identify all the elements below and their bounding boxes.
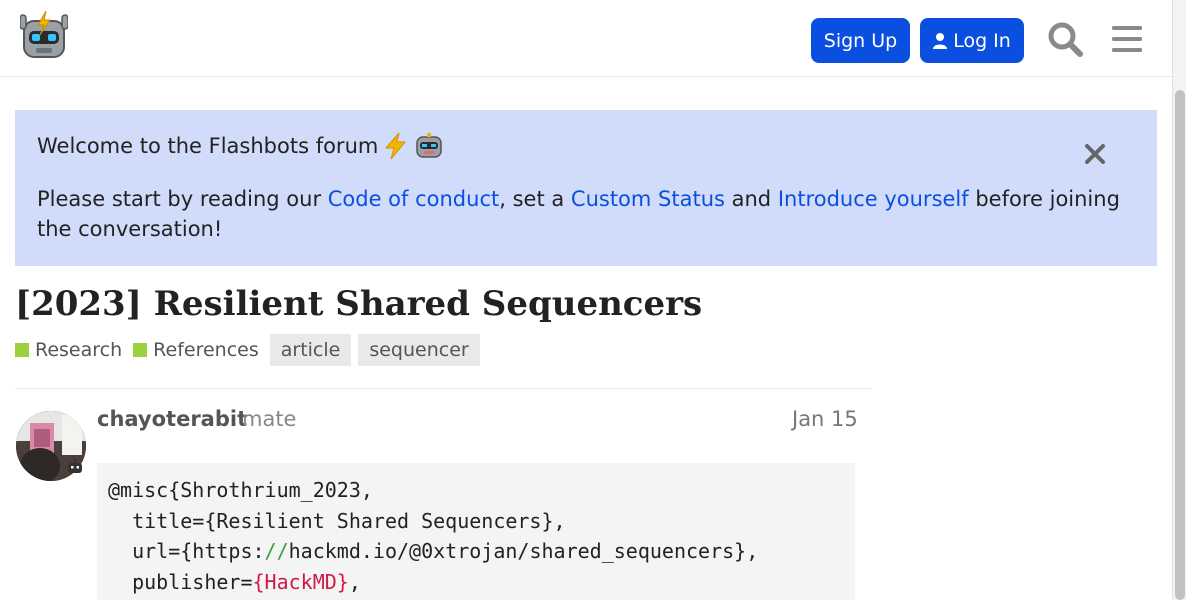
hamburger-menu-icon[interactable] [1108, 20, 1146, 58]
divider [15, 388, 871, 389]
page-scrollbar[interactable] [1172, 0, 1186, 600]
category-research[interactable]: Research [15, 339, 122, 361]
site-header: Sign Up Log In [0, 0, 1172, 77]
introduce-yourself-link[interactable]: Introduce yourself [778, 187, 969, 211]
code-line-1: @misc{Shrothrium_2023, [108, 478, 373, 502]
banner-message: Please start by reading our Code of cond… [37, 184, 1137, 244]
post-user-title: mate [242, 407, 297, 431]
code-line-2: title={Resilient Shared Sequencers}, [108, 508, 566, 533]
code-line-3b: // [264, 539, 289, 563]
flashbots-logo-icon[interactable] [20, 11, 68, 63]
code-line-4b: {HackMD} [252, 569, 349, 594]
log-in-button[interactable]: Log In [920, 18, 1024, 63]
custom-status-link[interactable]: Custom Status [571, 187, 725, 211]
code-line-4c: , [348, 569, 361, 594]
code-line-3a: url={https: [108, 539, 265, 563]
lightning-bolt-icon [385, 132, 407, 160]
tag-article[interactable]: article [269, 334, 352, 366]
user-icon [933, 32, 948, 49]
welcome-banner: Welcome to the Flashbots forum Please st… [15, 110, 1157, 266]
robot-icon [416, 133, 443, 158]
post-date[interactable]: Jan 15 [792, 407, 858, 431]
banner-text-1: Please start by reading our [37, 187, 328, 211]
search-icon[interactable] [1046, 20, 1084, 58]
category-references[interactable]: References [133, 339, 259, 361]
banner-text-3: and [724, 187, 778, 211]
code-of-conduct-link[interactable]: Code of conduct [328, 187, 499, 211]
robot-badge-icon [68, 459, 82, 473]
code-block[interactable]: @misc{Shrothrium_2023, title={Resilient … [97, 463, 855, 600]
topic-categories-and-tags: Research References article sequencer [15, 334, 487, 366]
close-icon[interactable] [1083, 142, 1107, 166]
category-label: References [153, 339, 259, 361]
sign-up-label: Sign Up [823, 29, 898, 52]
topic-title[interactable]: [2023] Resilient Shared Sequencers [15, 284, 702, 324]
code-line-4a: publisher= [108, 569, 253, 594]
scrollbar-thumb[interactable] [1175, 90, 1185, 600]
tag-sequencer[interactable]: sequencer [358, 334, 480, 366]
log-in-label: Log In [953, 29, 1011, 52]
category-color-swatch [15, 343, 29, 357]
category-label: Research [35, 339, 123, 361]
code-line-3c: hackmd.io/@0xtrojan/shared_sequencers}, [288, 539, 759, 563]
banner-title: Welcome to the Flashbots forum [37, 132, 444, 160]
banner-text-2: , set a [499, 187, 571, 211]
banner-title-text: Welcome to the Flashbots forum [37, 134, 379, 158]
post-username[interactable]: chayoterabit [97, 407, 247, 431]
category-color-swatch [133, 343, 148, 357]
sign-up-button[interactable]: Sign Up [811, 18, 910, 63]
